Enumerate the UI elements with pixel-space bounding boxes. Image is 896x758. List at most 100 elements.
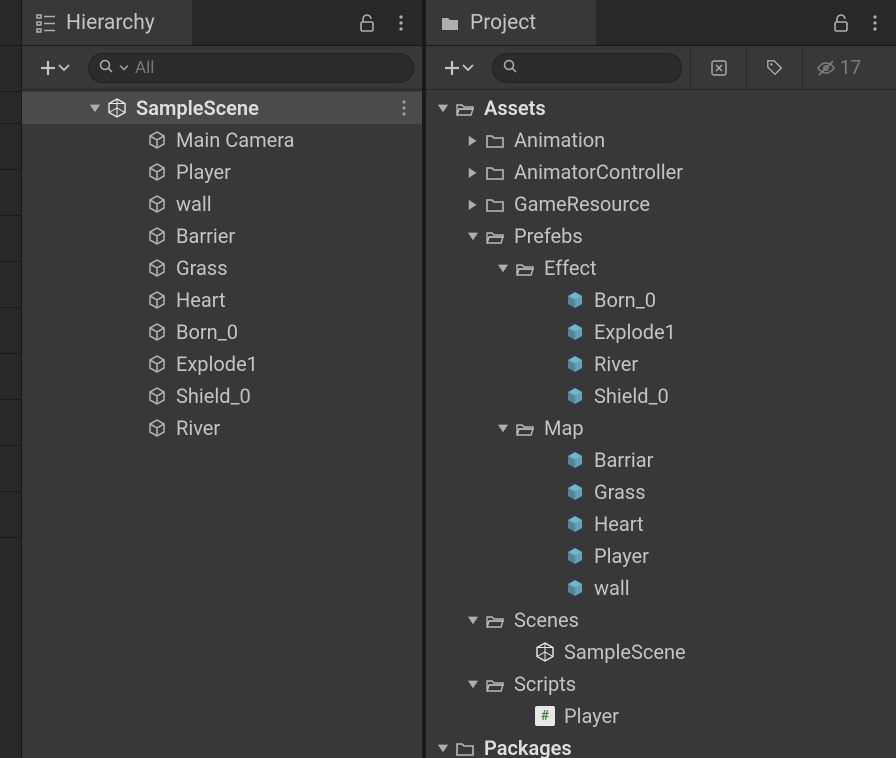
prefab-row[interactable]: wall (426, 572, 896, 604)
cube-icon (146, 257, 168, 279)
item-label: Scenes (514, 608, 896, 632)
lock-button[interactable] (830, 12, 852, 34)
cube-icon (146, 321, 168, 343)
search-input[interactable] (135, 58, 403, 78)
item-label: River (594, 352, 896, 376)
prefab-row[interactable]: River (426, 348, 896, 380)
packages-folder[interactable]: Packages (426, 732, 896, 758)
expand-toggle[interactable] (464, 195, 482, 213)
folder-icon (484, 129, 506, 151)
folder-icon (440, 13, 460, 33)
expand-toggle[interactable] (464, 675, 482, 693)
hidden-items-toggle[interactable]: 17 (802, 50, 874, 86)
prefab-row[interactable]: Born_0 (426, 284, 896, 316)
scene-asset-row[interactable]: SampleScene (426, 636, 896, 668)
folder-row[interactable]: Scenes (426, 604, 896, 636)
expand-toggle[interactable] (464, 163, 482, 181)
item-label: Explode1 (594, 320, 896, 344)
folder-icon (454, 737, 476, 758)
search-icon (503, 58, 517, 77)
gameobject-row[interactable]: Explode1 (22, 348, 422, 380)
scene-menu-button[interactable] (392, 100, 416, 116)
cube-icon (146, 161, 168, 183)
project-tree: AssetsAnimation AnimatorController GameRes… (426, 90, 896, 758)
gameobject-row[interactable]: Main Camera (22, 124, 422, 156)
gameobject-row[interactable]: Born_0 (22, 316, 422, 348)
expand-toggle[interactable] (494, 419, 512, 437)
tab-hierarchy[interactable]: Hierarchy (22, 0, 192, 45)
lock-button[interactable] (356, 12, 378, 34)
cube-icon (146, 129, 168, 151)
prefab-row[interactable]: Shield_0 (426, 380, 896, 412)
gameobject-label: Shield_0 (176, 384, 422, 408)
prefab-row[interactable]: Player (426, 540, 896, 572)
folder-open-icon (484, 609, 506, 631)
folder-row[interactable]: GameResource (426, 188, 896, 220)
search-icon (99, 58, 113, 77)
panel-menu-button[interactable] (864, 12, 886, 34)
hierarchy-icon (36, 13, 56, 33)
folder-row[interactable]: Scripts (426, 668, 896, 700)
filter-by-label-button[interactable] (746, 50, 802, 86)
item-label: Scripts (514, 672, 896, 696)
gameobject-row[interactable]: wall (22, 188, 422, 220)
panel-menu-button[interactable] (390, 12, 412, 34)
folder-row[interactable]: Animation (426, 124, 896, 156)
expand-toggle[interactable] (464, 227, 482, 245)
tab-project[interactable]: Project (426, 0, 596, 45)
prefab-row[interactable]: Grass (426, 476, 896, 508)
expand-toggle[interactable] (464, 131, 482, 149)
expand-toggle[interactable] (434, 99, 452, 117)
gameobject-label: wall (176, 192, 422, 216)
folder-row[interactable]: Map (426, 412, 896, 444)
folder-row[interactable]: Effect (426, 252, 896, 284)
scene-row[interactable]: SampleScene (22, 92, 422, 124)
gameobject-row[interactable]: Heart (22, 284, 422, 316)
item-label: Player (594, 544, 896, 568)
item-label: wall (594, 576, 896, 600)
gameobject-label: Grass (176, 256, 422, 280)
cube-icon (146, 289, 168, 311)
unity-scene-icon (534, 641, 556, 663)
hierarchy-tree: SampleScene Main Camera Player wall Barr… (22, 90, 422, 758)
expand-toggle[interactable] (434, 739, 452, 757)
expand-toggle[interactable] (494, 259, 512, 277)
folder-open-icon (514, 257, 536, 279)
prefab-row[interactable]: Barriar (426, 444, 896, 476)
item-label: Map (544, 416, 896, 440)
gameobject-row[interactable]: Barrier (22, 220, 422, 252)
hierarchy-search[interactable] (88, 53, 414, 83)
unity-scene-icon (106, 97, 128, 119)
prefab-icon (564, 449, 586, 471)
gameobject-label: Explode1 (176, 352, 422, 376)
gameobject-row[interactable]: Shield_0 (22, 380, 422, 412)
expand-toggle[interactable] (86, 99, 104, 117)
cube-icon (146, 385, 168, 407)
item-label: Shield_0 (594, 384, 896, 408)
cube-icon (146, 417, 168, 439)
prefab-icon (564, 353, 586, 375)
filter-by-type-button[interactable] (690, 50, 746, 86)
folder-row[interactable]: Prefebs (426, 220, 896, 252)
item-label: Prefebs (514, 224, 896, 248)
hidden-count: 17 (840, 56, 861, 79)
item-label: AnimatorController (514, 160, 896, 184)
folder-row[interactable]: AnimatorController (426, 156, 896, 188)
gameobject-label: Main Camera (176, 128, 422, 152)
create-button[interactable] (434, 52, 484, 84)
left-gutter (0, 0, 22, 758)
prefab-icon (564, 513, 586, 535)
gameobject-row[interactable]: Player (22, 156, 422, 188)
expand-toggle[interactable] (464, 611, 482, 629)
project-search[interactable] (492, 53, 682, 83)
gameobject-row[interactable]: River (22, 412, 422, 444)
assets-folder[interactable]: Assets (426, 92, 896, 124)
csharp-script-icon: # (534, 705, 556, 727)
prefab-row[interactable]: Heart (426, 508, 896, 540)
prefab-row[interactable]: Explode1 (426, 316, 896, 348)
item-label: Player (564, 704, 896, 728)
item-label: Barriar (594, 448, 896, 472)
create-button[interactable] (30, 52, 80, 84)
gameobject-row[interactable]: Grass (22, 252, 422, 284)
script-row[interactable]: # Player (426, 700, 896, 732)
